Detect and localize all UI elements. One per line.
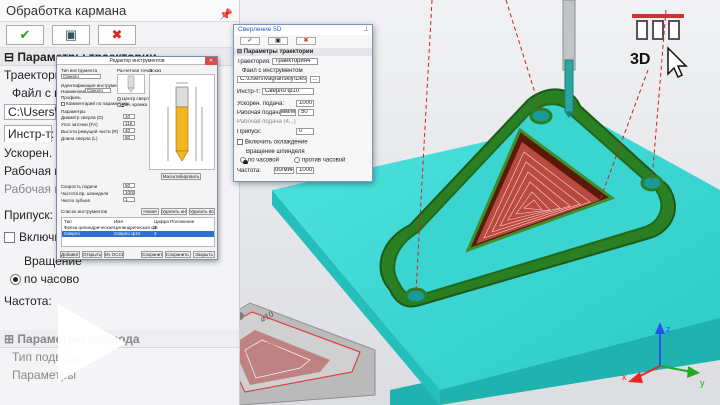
center-radio[interactable]	[117, 96, 121, 101]
location-preview	[117, 74, 145, 94]
work-feed-label-2: Рабочая подача (4...)	[237, 119, 296, 125]
hole	[529, 107, 553, 125]
cooling-checkbox[interactable]	[237, 139, 243, 145]
shape-label: Профиль	[61, 95, 81, 100]
drill-dialog-title: Сверление 5D ⊥	[234, 25, 372, 35]
3d-logo-icon: 3D	[630, 14, 688, 78]
height-input[interactable]: 40	[123, 128, 135, 133]
preview-button[interactable]: ▣	[268, 37, 288, 45]
delete-tool-button[interactable]: Удалить инс	[161, 208, 187, 215]
teeth-input[interactable]: 1	[123, 197, 135, 202]
tool-label: Инстр-т:	[237, 89, 261, 95]
cw-radio[interactable]	[240, 157, 248, 164]
tool-type-label: Тип инструмента	[61, 68, 98, 73]
save-button[interactable]: Сохранить	[141, 251, 163, 258]
pin-icon[interactable]: ⊥	[363, 25, 369, 35]
trajectory-input[interactable]: Траектория4	[272, 58, 318, 65]
params-label: Параметры	[61, 109, 86, 114]
work-feed-input[interactable]: 50	[298, 109, 314, 116]
accel-input[interactable]: 1000	[296, 100, 314, 107]
hole	[404, 287, 428, 305]
tool-type-select[interactable]: Сверло	[61, 74, 101, 79]
cancel-button[interactable]: ✖	[98, 25, 136, 45]
angle-label: Угол заточки (FA)	[61, 122, 98, 127]
trajectory-label: Траектория:	[237, 59, 271, 65]
new-tool-button[interactable]: Новая	[141, 208, 159, 215]
svg-text:3D: 3D	[630, 51, 650, 68]
browse-button[interactable]: ...	[310, 76, 320, 83]
work-feed-label: Рабочая подача:	[237, 110, 284, 116]
save-as-button[interactable]: Сохранить как...	[165, 251, 191, 258]
allowance-label: Припуск:	[237, 129, 262, 135]
ok-button[interactable]: ✔	[6, 25, 44, 45]
close-icon[interactable]: ✕	[205, 57, 217, 65]
drill-toolbar: ✔ ▣ ✖	[234, 35, 372, 47]
pin-icon[interactable]: 📌	[219, 4, 233, 26]
enable-checkbox[interactable]	[4, 232, 15, 244]
height-label: Высота режущей части (R)	[61, 129, 119, 134]
spindle-label: Частота вр. шпинделя	[61, 191, 109, 196]
name-input[interactable]: Сверло ф10	[85, 88, 111, 93]
feed-input[interactable]: 50	[123, 183, 135, 188]
file-label: Файл с инструментом	[242, 68, 303, 74]
rotation-label: Вращение шпинделя	[246, 149, 305, 155]
play-icon[interactable]	[54, 300, 130, 386]
tool-list-table: Тип Имя Цифра Положение Фреза цилиндриче…	[61, 217, 215, 247]
panel-title: Обработка кармана 📌	[0, 0, 239, 22]
tool-list-label: Список инструментов	[61, 209, 108, 214]
accel-label: Ускорен. подача:	[237, 101, 285, 107]
screenshot-stage: ⌀10 z y x Обработка кармана 📌 ✔ ▣ ✖ ⊟ Па…	[0, 0, 720, 405]
diameter-input[interactable]: 10	[123, 114, 135, 119]
file-path-field[interactable]: C:\Users\vag	[4, 103, 77, 120]
preview-button[interactable]: ▣	[52, 25, 90, 45]
ok-button[interactable]: ✔	[240, 37, 260, 45]
file-path-input[interactable]: C:\Users\vagranskiy\Desktop\	[237, 76, 307, 83]
cw-label: по часовой	[248, 157, 279, 164]
comment-checkbox[interactable]	[61, 101, 65, 106]
section-trajectory[interactable]: ⊟ Параметры траектории	[234, 48, 372, 56]
svg-text:y: y	[700, 378, 705, 388]
location-label: Расчетная точка	[117, 68, 153, 73]
svg-text:z: z	[666, 324, 671, 334]
panel-toolbar: ✔ ▣ ✖	[0, 22, 239, 48]
feed-label: Скорость подачи	[61, 184, 98, 189]
close-button[interactable]: Закрыть	[193, 251, 215, 258]
tip-radio[interactable]	[117, 102, 125, 107]
cooling-label: Включить охлаждение	[245, 139, 308, 146]
spindle-input[interactable]: 1000	[123, 190, 135, 195]
col-num: Цифра	[154, 219, 169, 224]
allowance-input[interactable]: 0	[296, 128, 314, 135]
cw-label: по часово	[24, 272, 80, 286]
length-label: Длина сверла (L)	[61, 136, 98, 141]
ccw-radio[interactable]	[294, 157, 300, 163]
tool-sketch	[149, 74, 215, 170]
view-label: Эскиз	[149, 68, 162, 73]
col-type: Тип	[64, 219, 72, 224]
frequency-input[interactable]: 1000	[296, 167, 314, 174]
tool-label: Инстр-т:	[4, 124, 54, 142]
ccw-label: против часовой	[302, 157, 346, 164]
tool-editor-dialog: Редактор инструментов ✕ Тип инструмента С…	[56, 56, 218, 260]
delete-all-button[interactable]: Удалить все	[189, 208, 215, 215]
cw-radio[interactable]	[10, 274, 21, 286]
open-button[interactable]: Открыть...	[82, 251, 102, 258]
cancel-button[interactable]: ✖	[296, 37, 316, 45]
tool-editor-title: Редактор инструментов ✕	[57, 57, 217, 65]
diameter-label: Диаметр сверла (D)	[61, 115, 104, 120]
col-pos: Положение	[170, 219, 195, 224]
frequency-unit[interactable]: об/мин	[274, 167, 294, 174]
table-row[interactable]: Сверло Сверло ф10 2	[62, 231, 214, 237]
work-feed-unit[interactable]: мм/мин	[280, 109, 296, 116]
length-input[interactable]: 60	[123, 135, 135, 140]
add-button[interactable]: Добавить...	[60, 251, 80, 258]
svg-text:x: x	[622, 372, 627, 382]
tool-select[interactable]: Сверло ф10	[262, 88, 314, 95]
teeth-label: Число зубьев	[61, 198, 90, 203]
drill-5d-dialog: Сверление 5D ⊥ ✔ ▣ ✖ ⊟ Параметры траектор…	[233, 24, 373, 182]
col-name: Имя	[114, 219, 123, 224]
angle-input[interactable]: 118	[123, 121, 135, 126]
scale-button[interactable]: Масштабировать	[161, 173, 201, 180]
frequency-label: Частота:	[237, 168, 261, 174]
from-library-button[interactable]: Из ОССБ	[104, 251, 124, 258]
